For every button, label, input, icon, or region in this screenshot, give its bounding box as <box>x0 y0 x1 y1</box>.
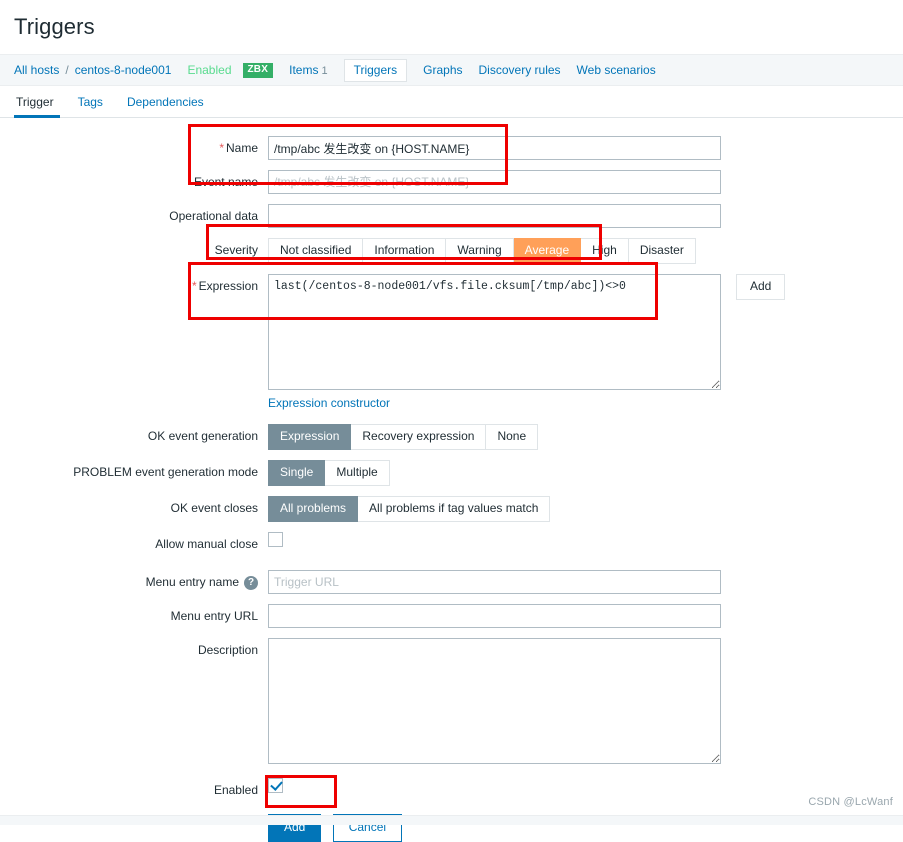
event-name-input[interactable] <box>268 170 721 194</box>
breadcrumb-separator: / <box>65 63 69 77</box>
breadcrumb-all-hosts[interactable]: All hosts <box>14 63 59 77</box>
breadcrumb-web-scenarios: Web scenarios <box>577 63 656 77</box>
breadcrumb-graphs: Graphs <box>423 63 462 77</box>
row-operational-data: Operational data <box>0 204 903 228</box>
breadcrumb: All hosts / centos-8-node001 Enabled ZBX… <box>0 54 903 86</box>
name-input[interactable] <box>268 136 721 160</box>
breadcrumb-web-scenarios-link[interactable]: Web scenarios <box>577 63 656 77</box>
operational-data-field-wrap <box>268 204 903 228</box>
page-title: Triggers <box>14 14 95 39</box>
problem-event-generation-mode-label: PROBLEM event generation mode <box>73 465 258 479</box>
trigger-form: *Name Event name Operational data Severi… <box>0 118 903 842</box>
severity-option-not-classified[interactable]: Not classified <box>268 238 364 264</box>
row-ok-event-generation: OK event generation Expression Recovery … <box>0 424 903 450</box>
problem-event-generation-mode-option-multiple[interactable]: Multiple <box>325 460 390 486</box>
expression-required-marker: * <box>191 279 197 293</box>
event-name-field-wrap <box>268 170 903 194</box>
operational-data-label: Operational data <box>169 209 258 223</box>
breadcrumb-host[interactable]: centos-8-node001 <box>75 63 172 77</box>
row-menu-entry-name: Menu entry name? <box>0 570 903 594</box>
tab-trigger[interactable]: Trigger <box>14 95 66 118</box>
ok-event-generation-option-recovery-expression[interactable]: Recovery expression <box>351 424 487 450</box>
allow-manual-close-checkbox[interactable] <box>268 532 283 548</box>
name-label-text: Name <box>225 141 258 155</box>
breadcrumb-items-count: 1 <box>321 65 328 77</box>
expression-label: * Expression <box>0 274 268 298</box>
row-event-name: Event name <box>0 170 903 194</box>
name-label: * Name <box>0 136 268 160</box>
row-name: * Name <box>0 136 903 160</box>
problem-event-generation-mode-option-single[interactable]: Single <box>268 460 326 486</box>
watermark: CSDN @LcWanf <box>808 796 893 808</box>
menu-entry-name-label: Menu entry name? <box>0 570 268 594</box>
row-severity: Severity Not classified Information Warn… <box>0 238 903 264</box>
ok-event-generation-option-none[interactable]: None <box>486 424 539 450</box>
severity-field-wrap: Not classified Information Warning Avera… <box>268 238 903 264</box>
breadcrumb-items-link[interactable]: Items <box>289 63 318 77</box>
severity-option-average[interactable]: Average <box>513 238 582 264</box>
problem-event-generation-mode-segmented-control: Single Multiple <box>268 460 390 486</box>
expression-row: Add <box>268 274 903 390</box>
name-field-wrap <box>268 136 903 160</box>
menu-entry-url-input[interactable] <box>268 604 721 628</box>
breadcrumb-graphs-link[interactable]: Graphs <box>423 63 462 77</box>
breadcrumb-discovery-rules: Discovery rules <box>479 63 561 77</box>
ok-event-generation-option-expression[interactable]: Expression <box>268 424 352 450</box>
description-label: Description <box>197 643 258 657</box>
problem-event-generation-mode-field-wrap: Single Multiple <box>268 460 903 486</box>
ok-event-closes-option-all-problems[interactable]: All problems <box>268 496 359 522</box>
row-description: Description <box>0 638 903 764</box>
event-name-label: Event name <box>193 175 258 189</box>
expression-textarea[interactable] <box>268 274 721 390</box>
enabled-checkbox[interactable] <box>268 778 283 794</box>
operational-data-input[interactable] <box>268 204 721 228</box>
host-status: Enabled <box>187 63 232 77</box>
description-field-wrap <box>268 638 903 764</box>
bottom-rule <box>0 815 903 825</box>
menu-entry-url-label: Menu entry URL <box>170 609 258 623</box>
expression-field-wrap: Add Expression constructor <box>268 274 903 410</box>
row-menu-entry-url: Menu entry URL <box>0 604 903 628</box>
tab-bar: Trigger Tags Dependencies <box>0 86 903 118</box>
severity-segmented-control: Not classified Information Warning Avera… <box>268 238 696 264</box>
tab-tags[interactable]: Tags <box>66 95 115 117</box>
ok-event-closes-field-wrap: All problems All problems if tag values … <box>268 496 903 522</box>
breadcrumb-triggers-current[interactable]: Triggers <box>343 58 408 82</box>
expression-label-text: Expression <box>198 279 258 293</box>
ok-event-closes-option-all-problems-tag-match[interactable]: All problems if tag values match <box>358 496 551 522</box>
allow-manual-close-field-wrap <box>268 532 903 548</box>
menu-entry-url-field-wrap <box>268 604 903 628</box>
ok-event-generation-label: OK event generation <box>147 429 258 443</box>
ok-event-closes-segmented-control: All problems All problems if tag values … <box>268 496 551 522</box>
expression-constructor-link[interactable]: Expression constructor <box>268 396 390 410</box>
severity-option-high[interactable]: High <box>581 238 629 264</box>
severity-label: Severity <box>214 243 258 257</box>
severity-option-warning[interactable]: Warning <box>446 238 514 264</box>
row-ok-event-closes: OK event closes All problems All problem… <box>0 496 903 522</box>
row-expression: *Expression Add Expression constructor <box>0 274 903 410</box>
menu-entry-name-input[interactable] <box>268 570 721 594</box>
severity-option-disaster[interactable]: Disaster <box>628 238 696 264</box>
name-required-marker: * <box>219 141 224 155</box>
ok-event-generation-segmented-control: Expression Recovery expression None <box>268 424 539 450</box>
menu-entry-name-field-wrap <box>268 570 903 594</box>
severity-option-information[interactable]: Information <box>363 238 447 264</box>
description-textarea[interactable] <box>268 638 721 764</box>
ok-event-closes-label: OK event closes <box>170 501 258 515</box>
breadcrumb-discovery-rules-link[interactable]: Discovery rules <box>479 63 561 77</box>
enabled-label: Enabled <box>213 783 258 797</box>
menu-entry-name-label-text: Menu entry name <box>145 575 239 589</box>
expression-add-button[interactable]: Add <box>736 274 786 300</box>
zbx-agent-badge: ZBX <box>242 62 274 78</box>
row-problem-event-generation-mode: PROBLEM event generation mode Single Mul… <box>0 460 903 486</box>
breadcrumb-items: Items 1 <box>289 63 327 77</box>
allow-manual-close-label: Allow manual close <box>155 537 258 551</box>
tab-dependencies[interactable]: Dependencies <box>115 95 216 117</box>
help-icon[interactable]: ? <box>244 575 258 590</box>
enabled-field-wrap <box>268 778 903 794</box>
row-allow-manual-close: Allow manual close <box>0 532 903 556</box>
row-enabled: Enabled <box>0 778 903 802</box>
ok-event-generation-field-wrap: Expression Recovery expression None <box>268 424 903 450</box>
